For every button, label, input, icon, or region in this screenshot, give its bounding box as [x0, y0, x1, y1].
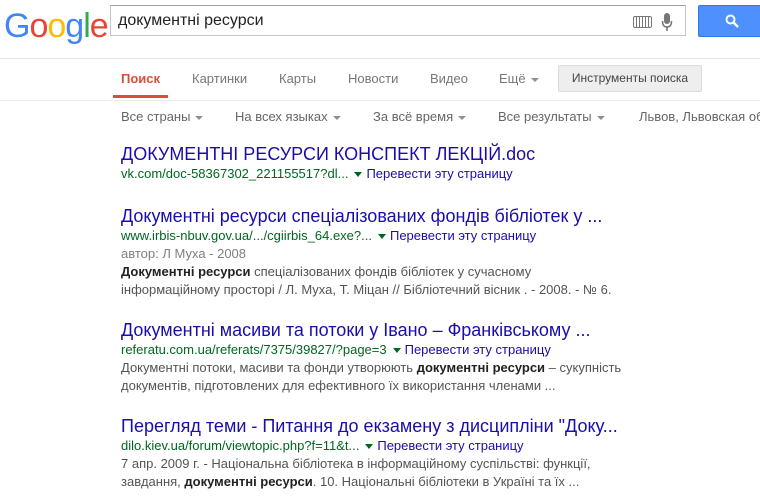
filter-results-label: Все результаты [498, 109, 592, 124]
translate-link[interactable]: Перевести эту страницу [366, 166, 512, 181]
result-url: referatu.com.ua/referats/7375/39827/?pag… [121, 342, 387, 357]
result-url: www.irbis-nbuv.gov.ua/.../cgiirbis_64.ex… [121, 228, 372, 243]
result-url: dilo.kiev.ua/forum/viewtopic.php?f=11&t.… [121, 438, 360, 453]
result-snippet-line: інформаційному просторі / Л. Муха, Т. Мі… [121, 281, 760, 299]
chevron-down-icon [530, 77, 539, 82]
result-snippet-line: Документні потоки, масиви та фонди утвор… [121, 359, 760, 377]
chevron-down-icon [332, 115, 341, 120]
translate-link[interactable]: Перевести эту страницу [390, 228, 536, 243]
filter-language[interactable]: На всех языках [235, 109, 341, 124]
snippet-highlight: документні ресурси [416, 360, 546, 375]
chevron-down-icon[interactable] [365, 444, 374, 450]
tab-video[interactable]: Видео [430, 71, 468, 86]
chevron-down-icon[interactable] [377, 234, 386, 240]
microphone-icon[interactable] [661, 12, 673, 32]
result-title-link[interactable]: Документні ресурси спеціалізованих фонді… [121, 205, 760, 227]
filter-language-label: На всех языках [235, 109, 328, 124]
logo-letter: G [4, 7, 30, 45]
result-meta: автор: Л Муха - 2008 [121, 246, 247, 261]
logo-letter: e [89, 7, 109, 45]
search-button[interactable] [698, 5, 760, 37]
logo-letter: o [29, 7, 48, 45]
result-snippet-line: завдання, документні ресурси. 10. Націон… [121, 473, 760, 491]
translate-link[interactable]: Перевести эту страницу [377, 438, 523, 453]
snippet-text: – сукупність [545, 360, 622, 375]
chevron-down-icon [195, 115, 204, 120]
filter-time-label: За всё время [373, 109, 454, 124]
result-url-line: www.irbis-nbuv.gov.ua/.../cgiirbis_64.ex… [121, 227, 760, 245]
chevron-down-icon[interactable] [392, 348, 401, 354]
result-title-link[interactable]: Документні масиви та потоки у Івано – Фр… [121, 319, 760, 341]
snippet-text: інформаційному просторі / Л. Муха, Т. Мі… [121, 282, 612, 297]
result-url-line: dilo.kiev.ua/forum/viewtopic.php?f=11&t.… [121, 437, 760, 455]
result-url: vk.com/doc-58367302_221155517?dl... [121, 166, 349, 181]
filter-results[interactable]: Все результаты [498, 109, 605, 124]
search-result: Документні ресурси спеціалізованих фонді… [121, 205, 760, 299]
result-url-line: referatu.com.ua/referats/7375/39827/?pag… [121, 341, 760, 359]
chevron-down-icon[interactable] [354, 172, 363, 178]
filter-country-label: Все страны [121, 109, 191, 124]
search-result: ДОКУМЕНТНІ РЕСУРСИ КОНСПЕКТ ЛЕКЦІЙ.doc vk… [121, 143, 760, 183]
tab-images[interactable]: Картинки [192, 71, 247, 86]
result-title-link[interactable]: ДОКУМЕНТНІ РЕСУРСИ КОНСПЕКТ ЛЕКЦІЙ.doc [121, 143, 760, 165]
header: Google документні ресурси [0, 0, 760, 59]
snippet-text: . 10. Національні бібліотеки в Україні т… [312, 474, 580, 489]
logo-letter: g [65, 7, 84, 45]
search-input[interactable]: документні ресурси [118, 12, 264, 30]
search-nav: Поиск Картинки Карты Новости Видео Ещё И… [0, 58, 760, 101]
search-box[interactable]: документні ресурси [110, 5, 686, 36]
snippet-text: 7 апр. 2009 г. - Національна бібліотека … [121, 456, 591, 471]
tab-more[interactable]: Ещё [499, 71, 539, 86]
result-snippet-line: 7 апр. 2009 г. - Національна бібліотека … [121, 455, 760, 473]
snippet-highlight: Документні ресурси [121, 264, 251, 279]
translate-link[interactable]: Перевести эту страницу [405, 342, 551, 357]
chevron-down-icon [596, 115, 605, 120]
snippet-text: завдання, [121, 474, 185, 489]
tab-more-label: Ещё [499, 71, 526, 86]
result-snippet-line: документів, підготовлених для ефективног… [121, 377, 760, 395]
search-tools-button[interactable]: Инструменты поиска [558, 65, 702, 92]
search-result: Документні масиви та потоки у Івано – Фр… [121, 319, 760, 395]
tab-search[interactable]: Поиск [121, 71, 160, 86]
result-url-line: vk.com/doc-58367302_221155517?dl... Перев… [121, 165, 760, 183]
active-tab-indicator [113, 95, 168, 98]
result-title-link[interactable]: Перегляд теми - Питання до екзамену з ди… [121, 415, 760, 437]
tab-news[interactable]: Новости [348, 71, 398, 86]
keyboard-icon[interactable] [633, 16, 652, 28]
filter-country[interactable]: Все страны [121, 109, 204, 124]
filter-location[interactable]: Львов, Львовская об [639, 109, 760, 124]
logo-letter: o [47, 7, 66, 45]
google-logo[interactable]: Google [4, 7, 109, 45]
snippet-text: документів, підготовлених для ефективног… [121, 378, 556, 393]
result-snippet-line: Документні ресурси спеціалізованих фонді… [121, 263, 760, 281]
filter-time[interactable]: За всё время [373, 109, 467, 124]
snippet-text: спеціалізованих фондів бібліотек у сучас… [250, 264, 532, 279]
search-icon [725, 14, 739, 28]
search-result: Перегляд теми - Питання до екзамену з ди… [121, 415, 760, 491]
tab-maps[interactable]: Карты [279, 71, 316, 86]
chevron-down-icon [458, 115, 467, 120]
snippet-text: Документні потоки, масиви та фонди утвор… [121, 360, 417, 375]
snippet-highlight: документні ресурси [184, 474, 313, 489]
